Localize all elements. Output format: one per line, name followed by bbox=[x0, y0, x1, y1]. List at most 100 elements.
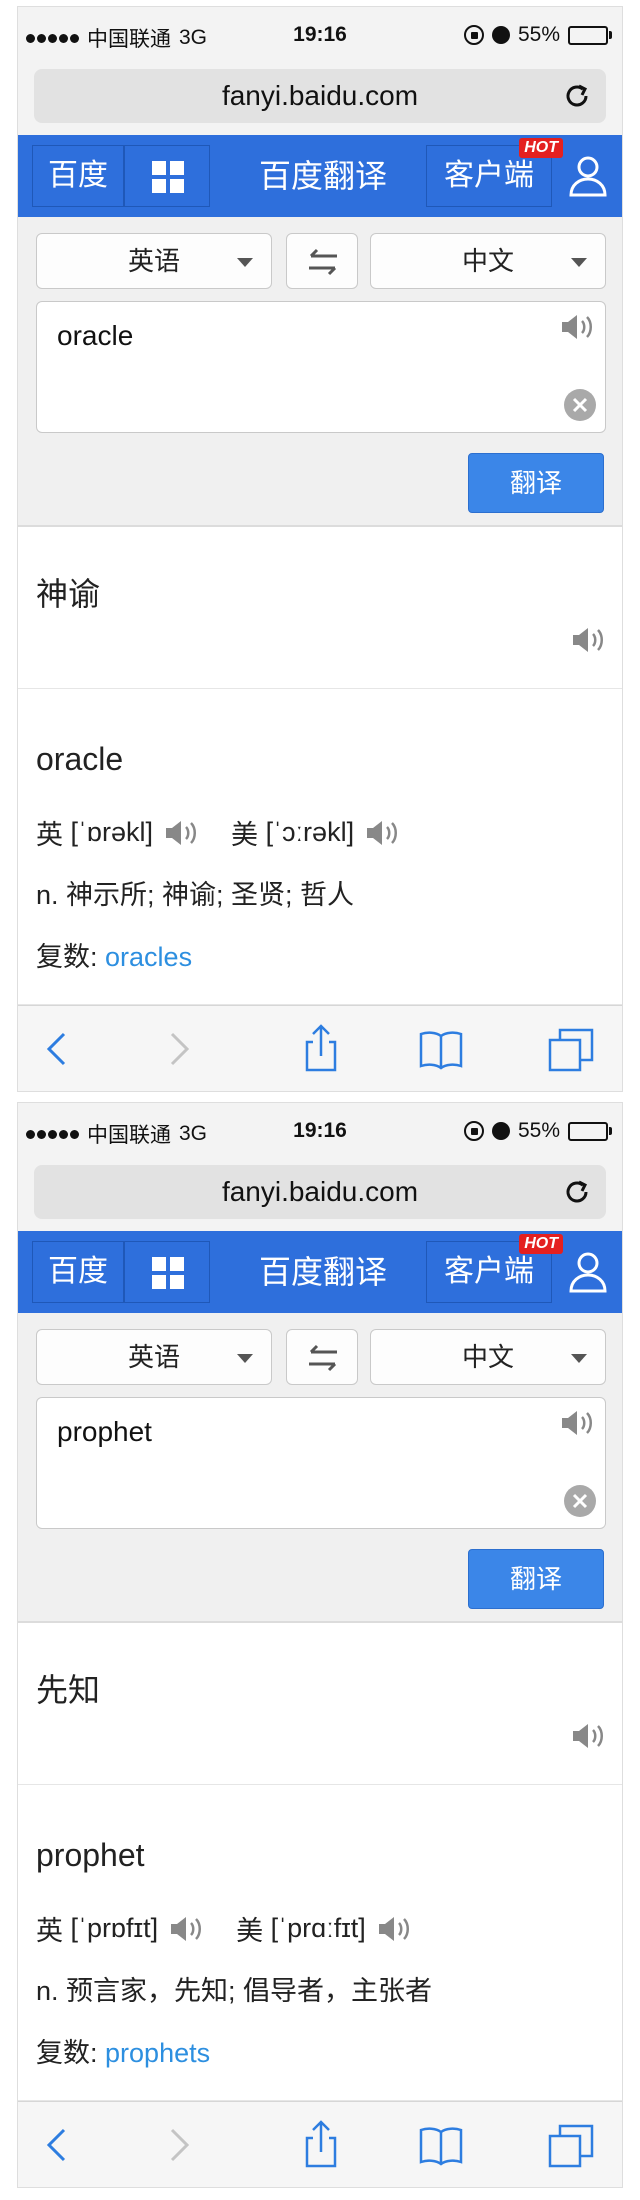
translation-text: 先知 bbox=[36, 1672, 101, 1708]
apps-menu-button[interactable] bbox=[124, 145, 210, 207]
uk-speaker-icon[interactable] bbox=[168, 1914, 206, 1944]
dictionary-entry: prophet 英 [ˈprɒfɪt] 美 [ˈprɑːfɪt] n. 预言家，… bbox=[18, 1785, 622, 2101]
clear-icon[interactable] bbox=[563, 1484, 597, 1518]
client-download-button[interactable]: 客户端 HOT bbox=[426, 138, 563, 207]
uk-label: 英 bbox=[36, 1916, 63, 1946]
uk-speaker-icon[interactable] bbox=[163, 818, 201, 848]
speaker-icon[interactable] bbox=[559, 312, 597, 342]
grid-icon bbox=[152, 161, 184, 193]
plural-label: 复数: bbox=[36, 2038, 98, 2068]
address-bar-row: fanyi.baidu.com bbox=[18, 1159, 622, 1231]
back-icon[interactable] bbox=[32, 1024, 82, 1074]
alarm-icon bbox=[491, 26, 510, 44]
source-text-value: prophet bbox=[57, 1416, 152, 1447]
plural-row: 复数: oracles bbox=[36, 935, 192, 974]
tabs-icon[interactable] bbox=[546, 2120, 596, 2170]
us-speaker-icon[interactable] bbox=[364, 818, 402, 848]
user-icon[interactable] bbox=[568, 1251, 608, 1293]
source-language-select[interactable]: 英语 bbox=[36, 1329, 272, 1385]
swap-languages-button[interactable] bbox=[286, 233, 358, 289]
share-icon[interactable] bbox=[296, 1024, 346, 1074]
clear-icon[interactable] bbox=[563, 388, 597, 422]
chevron-down-icon bbox=[571, 258, 587, 267]
lock-rotation-icon bbox=[463, 25, 484, 45]
swap-languages-button[interactable] bbox=[286, 1329, 358, 1385]
browser-toolbar bbox=[18, 2101, 622, 2187]
plural-link[interactable]: prophets bbox=[105, 2038, 210, 2068]
screen-prophet: 中国联通 3G 19:16 55% fanyi.baidu.com 百度 百度翻… bbox=[17, 1102, 623, 2188]
target-language-label: 中文 bbox=[461, 1342, 514, 1372]
baidu-home-button[interactable]: 百度 bbox=[32, 145, 124, 207]
chevron-down-icon bbox=[237, 1354, 253, 1363]
url-text: fanyi.baidu.com bbox=[221, 80, 419, 111]
translation-text: 神谕 bbox=[36, 576, 101, 612]
bookmarks-icon[interactable] bbox=[416, 2120, 466, 2170]
app-title: 百度翻译 bbox=[258, 158, 387, 194]
lock-rotation-icon bbox=[463, 1121, 484, 1141]
baidu-home-button[interactable]: 百度 bbox=[32, 1241, 124, 1303]
forward-icon[interactable] bbox=[154, 2120, 204, 2170]
address-bar[interactable]: fanyi.baidu.com bbox=[34, 1165, 606, 1219]
target-language-select[interactable]: 中文 bbox=[370, 1329, 606, 1385]
us-phonetic: [ˈɔːrəkl] bbox=[265, 817, 355, 847]
definition: n. 神示所; 神谕; 圣贤; 哲人 bbox=[36, 880, 355, 910]
app-header: 百度 百度翻译 客户端 HOT bbox=[18, 135, 622, 217]
translation-result: 先知 bbox=[18, 1623, 622, 1785]
address-bar-row: fanyi.baidu.com bbox=[18, 63, 622, 135]
uk-label: 英 bbox=[36, 820, 63, 850]
translate-form: 英语 中文 oracle 翻译 bbox=[18, 217, 622, 527]
forward-icon[interactable] bbox=[154, 1024, 204, 1074]
plural-label: 复数: bbox=[36, 942, 98, 972]
apps-menu-button[interactable] bbox=[124, 1241, 210, 1303]
speaker-icon[interactable] bbox=[570, 625, 608, 655]
battery-icon bbox=[568, 1121, 612, 1141]
hot-badge: HOT bbox=[519, 138, 563, 158]
battery-percent: 55% bbox=[517, 23, 560, 46]
url-text: fanyi.baidu.com bbox=[221, 1176, 419, 1207]
back-icon[interactable] bbox=[32, 2120, 82, 2170]
us-speaker-icon[interactable] bbox=[376, 1914, 414, 1944]
tabs-icon[interactable] bbox=[546, 1024, 596, 1074]
source-language-label: 英语 bbox=[127, 246, 180, 276]
app-header: 百度 百度翻译 客户端 HOT bbox=[18, 1231, 622, 1313]
translate-form: 英语 中文 prophet 翻译 bbox=[18, 1313, 622, 1623]
swap-icon bbox=[309, 248, 337, 276]
client-label: 客户端 bbox=[444, 159, 534, 192]
battery-icon bbox=[568, 25, 612, 45]
chevron-down-icon bbox=[571, 1354, 587, 1363]
source-language-select[interactable]: 英语 bbox=[36, 233, 272, 289]
target-language-select[interactable]: 中文 bbox=[370, 233, 606, 289]
us-phonetic: [ˈprɑːfɪt] bbox=[270, 1913, 366, 1943]
source-text-input[interactable]: prophet bbox=[36, 1397, 606, 1529]
hot-badge: HOT bbox=[519, 1234, 563, 1254]
status-bar: 中国联通 3G 19:16 55% bbox=[18, 1103, 622, 1159]
reload-icon[interactable] bbox=[562, 81, 592, 111]
share-icon[interactable] bbox=[296, 2120, 346, 2170]
speaker-icon[interactable] bbox=[570, 1721, 608, 1751]
swap-icon bbox=[309, 1344, 337, 1372]
headword: oracle bbox=[36, 741, 124, 777]
source-text-input[interactable]: oracle bbox=[36, 301, 606, 433]
status-bar: 中国联通 3G 19:16 55% bbox=[18, 7, 622, 63]
phonetics-row: 英 [ˈɒrəkl] 美 [ˈɔːrəkl] bbox=[36, 813, 402, 852]
us-label: 美 bbox=[231, 820, 259, 850]
source-text-value: oracle bbox=[57, 320, 134, 351]
phonetics-row: 英 [ˈprɒfɪt] 美 [ˈprɑːfɪt] bbox=[36, 1909, 414, 1948]
plural-row: 复数: prophets bbox=[36, 2031, 210, 2070]
uk-phonetic: [ˈprɒfɪt] bbox=[70, 1913, 159, 1943]
bookmarks-icon[interactable] bbox=[416, 1024, 466, 1074]
alarm-icon bbox=[491, 1122, 510, 1140]
translate-button[interactable]: 翻译 bbox=[468, 1549, 604, 1609]
headword: prophet bbox=[36, 1837, 145, 1873]
client-download-button[interactable]: 客户端 HOT bbox=[426, 1234, 563, 1303]
reload-icon[interactable] bbox=[562, 1177, 592, 1207]
translate-button[interactable]: 翻译 bbox=[468, 453, 604, 513]
user-icon[interactable] bbox=[568, 155, 608, 197]
address-bar[interactable]: fanyi.baidu.com bbox=[34, 69, 606, 123]
speaker-icon[interactable] bbox=[559, 1408, 597, 1438]
target-language-label: 中文 bbox=[461, 246, 514, 276]
uk-phonetic: [ˈɒrəkl] bbox=[70, 817, 154, 847]
chevron-down-icon bbox=[237, 258, 253, 267]
definition: n. 预言家，先知; 倡导者，主张者 bbox=[36, 1976, 433, 2006]
plural-link[interactable]: oracles bbox=[105, 942, 192, 972]
